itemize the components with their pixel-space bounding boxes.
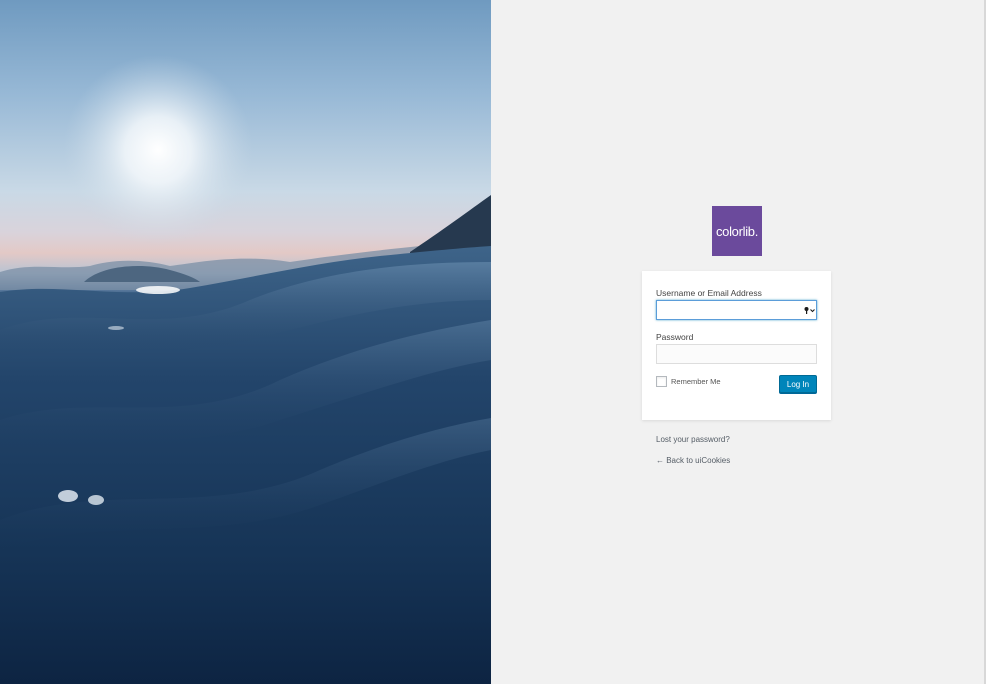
back-to-site-link[interactable]: ← Back to uiCookies — [656, 456, 730, 465]
logo-text: colorlib. — [715, 223, 759, 239]
remember-me-label: Remember Me — [671, 377, 721, 386]
sparkle-1 — [58, 490, 78, 502]
password-input[interactable] — [656, 344, 817, 364]
password-label: Password — [656, 332, 694, 342]
lost-password-link[interactable]: Lost your password? — [656, 435, 730, 444]
sparkle-3 — [108, 326, 124, 330]
login-page: colorlib. Username or Email Address Pass… — [0, 0, 986, 684]
remember-me[interactable]: Remember Me — [656, 376, 721, 387]
ocean-background-image — [0, 0, 491, 684]
login-panel: colorlib. Username or Email Address Pass… — [491, 0, 984, 684]
remember-me-checkbox[interactable] — [656, 376, 667, 387]
login-button[interactable]: Log In — [779, 375, 817, 393]
key-icon[interactable] — [804, 306, 816, 315]
sun-reflection — [136, 286, 180, 294]
sparkle-2 — [88, 495, 104, 505]
username-label: Username or Email Address — [656, 288, 762, 298]
ocean-scene — [0, 55, 491, 684]
colorlib-logo[interactable]: colorlib. — [712, 206, 762, 256]
sun-glow — [63, 55, 253, 245]
login-form: Username or Email Address Password Remem… — [642, 271, 831, 420]
username-input[interactable] — [656, 300, 817, 320]
